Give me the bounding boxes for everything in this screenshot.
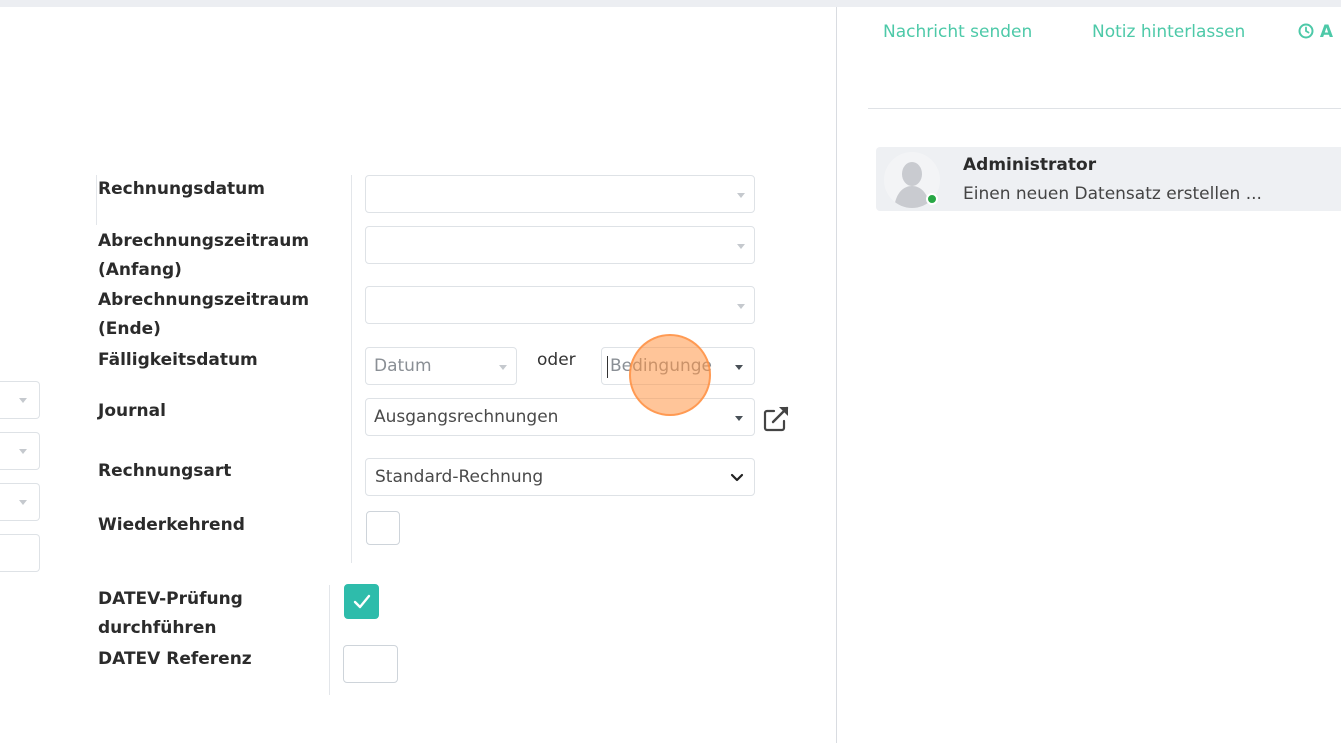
left-dropdown-3[interactable] (0, 483, 40, 521)
due-date-label: Fälligkeitsdatum (98, 350, 258, 370)
invoice-type-select[interactable]: Standard-Rechnung (365, 458, 755, 496)
message-body: Einen neuen Datensatz erstellen ... (963, 184, 1262, 204)
period-start-label: Abrechnungszeitraum (Anfang) (98, 227, 309, 285)
chevron-down-icon (735, 416, 743, 421)
form-chatter-divider (836, 7, 837, 743)
datev-ref-input[interactable] (343, 645, 398, 683)
recurring-checkbox[interactable] (366, 511, 400, 545)
period-start-label-line2: (Anfang) (98, 260, 182, 280)
chevron-down-icon (737, 244, 745, 249)
period-start-input[interactable] (365, 226, 755, 264)
datev-check-label: DATEV-Prüfung durchführen (98, 585, 243, 643)
log-note-button[interactable]: Notiz hinterlassen (1092, 22, 1245, 42)
period-end-input[interactable] (365, 286, 755, 324)
left-dropdown-1[interactable] (0, 381, 40, 419)
label-accent-line (96, 175, 97, 225)
recurring-label: Wiederkehrend (98, 515, 245, 535)
chevron-down-icon (19, 449, 27, 454)
clock-icon (1298, 23, 1314, 39)
text-cursor (607, 356, 608, 378)
invoice-type-label: Rechnungsart (98, 461, 232, 481)
checkmark-icon (353, 594, 371, 609)
chevron-down-icon (737, 304, 745, 309)
payment-terms-placeholder: Bedingunge (610, 356, 712, 376)
payment-terms-select[interactable]: Bedingunge (601, 347, 755, 385)
chevron-down-icon (735, 365, 743, 370)
journal-value: Ausgangsrechnungen (374, 407, 559, 427)
datev-check-label-line1: DATEV-Prüfung (98, 589, 243, 609)
group-divider-1 (351, 175, 352, 563)
invoice-date-input[interactable] (365, 175, 755, 213)
send-message-button[interactable]: Nachricht senden (883, 22, 1032, 42)
left-dropdown-2[interactable] (0, 432, 40, 470)
invoice-type-value: Standard-Rechnung (375, 467, 544, 487)
chevron-down-icon (737, 193, 745, 198)
due-date-input[interactable]: Datum (365, 347, 517, 385)
external-link-icon[interactable] (761, 404, 791, 434)
period-end-label-line2: (Ende) (98, 319, 161, 339)
chevron-down-icon (730, 473, 744, 482)
activity-button-label: A (1319, 22, 1334, 42)
top-bar (0, 0, 1341, 7)
chevron-down-icon (499, 365, 507, 370)
period-start-label-line1: Abrechnungszeitraum (98, 231, 310, 251)
chevron-down-icon (19, 398, 27, 403)
journal-label: Journal (98, 401, 166, 421)
period-end-label-line1: Abrechnungszeitraum (98, 290, 310, 310)
activity-button[interactable]: A (1298, 22, 1333, 42)
datev-check-checkbox[interactable] (344, 584, 379, 619)
message-author[interactable]: Administrator (963, 155, 1096, 175)
chatter-divider (868, 108, 1341, 109)
left-input[interactable] (0, 534, 40, 572)
due-date-placeholder: Datum (374, 356, 432, 376)
group-divider-2 (329, 585, 330, 695)
chevron-down-icon (19, 500, 27, 505)
invoice-date-label: Rechnungsdatum (98, 179, 265, 199)
or-separator: oder (537, 350, 576, 370)
online-status-dot (926, 193, 938, 205)
datev-check-label-line2: durchführen (98, 618, 217, 638)
period-end-label: Abrechnungszeitraum (Ende) (98, 286, 309, 344)
journal-select[interactable]: Ausgangsrechnungen (365, 398, 755, 436)
datev-ref-label: DATEV Referenz (98, 649, 252, 669)
